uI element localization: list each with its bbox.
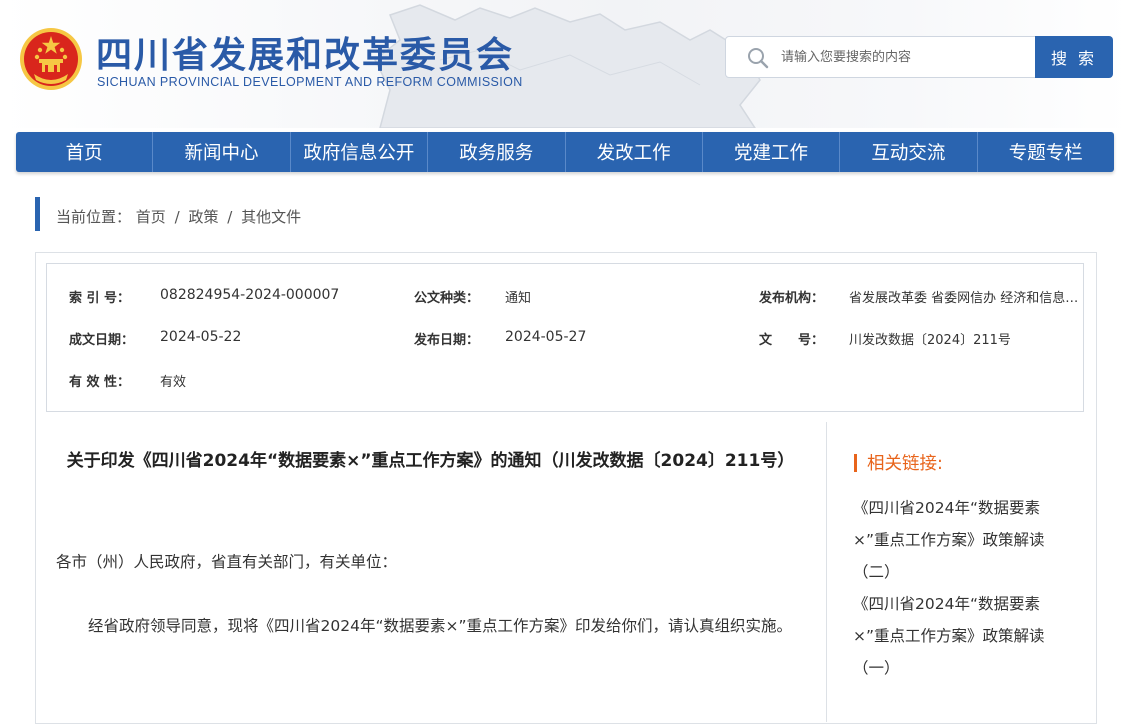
nav-item-gov-info[interactable]: 政府信息公开 bbox=[291, 132, 429, 172]
meta-docno-label: 文 号： bbox=[759, 333, 825, 348]
breadcrumb-accent-bar bbox=[35, 197, 40, 231]
meta-published-value: 2024-05-27 bbox=[505, 329, 587, 345]
meta-created-value: 2024-05-22 bbox=[160, 329, 242, 345]
breadcrumb-separator: / bbox=[174, 208, 180, 226]
meta-validity-label: 有 效 性： bbox=[69, 375, 131, 390]
column-divider bbox=[826, 422, 827, 722]
meta-docno-value: 川发改数据〔2024〕211号 bbox=[849, 333, 1011, 348]
related-links-title: 相关链接: bbox=[867, 454, 943, 474]
search-button[interactable]: 搜 索 bbox=[1035, 36, 1113, 78]
breadcrumb-label: 当前位置： bbox=[56, 208, 132, 226]
meta-doctype-value: 通知 bbox=[505, 291, 532, 306]
breadcrumb-policy[interactable]: 政策 bbox=[188, 208, 218, 226]
nav-item-home[interactable]: 首页 bbox=[16, 132, 154, 172]
meta-created-label: 成文日期： bbox=[69, 333, 135, 348]
related-accent-bar bbox=[854, 454, 857, 472]
nav-item-gov-services[interactable]: 政务服务 bbox=[428, 132, 566, 172]
site-subtitle: SICHUAN PROVINCIAL DEVELOPMENT AND REFOR… bbox=[97, 75, 523, 89]
meta-doctype-label: 公文种类： bbox=[414, 291, 480, 306]
nav-item-party-work[interactable]: 党建工作 bbox=[703, 132, 841, 172]
article-body: 经省政府领导同意，现将《四川省2024年“数据要素×”重点工作方案》印发给你们，… bbox=[88, 617, 792, 635]
meta-publisher-label: 发布机构： bbox=[759, 291, 825, 306]
site-header: 四川省发展和改革委员会 SICHUAN PROVINCIAL DEVELOPME… bbox=[0, 0, 1130, 128]
breadcrumb-other-docs[interactable]: 其他文件 bbox=[241, 208, 301, 226]
national-emblem-icon bbox=[20, 28, 82, 90]
document-meta-table: 索 引 号： 082824954-2024-000007 公文种类： 通知 发布… bbox=[46, 263, 1084, 412]
search-input[interactable] bbox=[781, 45, 1021, 69]
nav-item-topics[interactable]: 专题专栏 bbox=[978, 132, 1114, 172]
nav-item-reform-work[interactable]: 发改工作 bbox=[566, 132, 703, 172]
site-title: 四川省发展和改革委员会 bbox=[96, 35, 515, 76]
meta-published-label: 发布日期： bbox=[414, 333, 480, 348]
nav-item-interaction[interactable]: 互动交流 bbox=[840, 132, 978, 172]
breadcrumb-separator: / bbox=[227, 208, 233, 226]
breadcrumb-home[interactable]: 首页 bbox=[136, 208, 166, 226]
meta-publisher-value: 省发展改革委 省委网信办 经济和信息化厅 bbox=[849, 291, 1081, 306]
article-title: 关于印发《四川省2024年“数据要素×”重点工作方案》的通知（川发改数据〔202… bbox=[66, 451, 795, 471]
meta-index-label: 索 引 号： bbox=[69, 291, 131, 306]
meta-validity-value: 有效 bbox=[160, 375, 187, 390]
nav-item-news[interactable]: 新闻中心 bbox=[153, 132, 291, 172]
breadcrumb: 当前位置： 首页 / 政策 / 其他文件 bbox=[56, 206, 301, 227]
article-salutation: 各市（州）人民政府，省直有关部门，有关单位： bbox=[56, 553, 398, 571]
meta-index-value: 082824954-2024-000007 bbox=[160, 287, 340, 303]
related-link[interactable]: 《四川省2024年“数据要素×”重点工作方案》政策解读（二） bbox=[853, 492, 1073, 588]
search-box bbox=[725, 36, 1037, 78]
search-icon bbox=[748, 48, 769, 69]
main-nav: 首页 新闻中心 政府信息公开 政务服务 发改工作 党建工作 互动交流 专题专栏 bbox=[16, 132, 1114, 172]
search-bar: 搜 索 bbox=[725, 36, 1113, 78]
related-link[interactable]: 《四川省2024年“数据要素×”重点工作方案》政策解读（一） bbox=[853, 588, 1073, 684]
